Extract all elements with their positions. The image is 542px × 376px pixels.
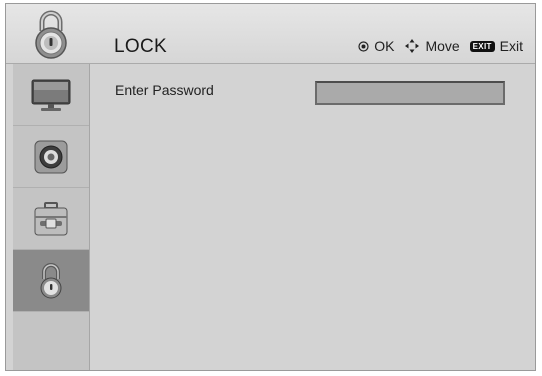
sidebar-item-lock[interactable] [13, 250, 89, 312]
lock-icon [40, 262, 62, 298]
password-label: Enter Password [115, 82, 214, 98]
speaker-icon [34, 140, 68, 173]
page-title: LOCK [114, 36, 167, 57]
sidebar-item-audio[interactable] [13, 126, 89, 188]
move-hint: Move [404, 38, 460, 54]
lock-menu-window: LOCK OK Move EXIT Exit Enter Password [5, 3, 536, 371]
move-hint-label: Move [425, 38, 460, 54]
ok-hint: OK [358, 38, 394, 54]
sidebar-item-picture[interactable] [13, 64, 89, 126]
password-input[interactable] [315, 81, 505, 105]
move-arrows-icon [404, 38, 420, 54]
sidebar-item-option[interactable] [13, 188, 89, 250]
exit-badge: EXIT [469, 40, 495, 52]
lock-icon [28, 7, 74, 61]
ok-hint-label: OK [374, 38, 395, 54]
key-hints: OK Move EXIT Exit [348, 38, 523, 54]
exit-hint-label: Exit [499, 38, 523, 54]
ok-dot-icon [358, 40, 369, 52]
toolbox-icon [34, 201, 68, 235]
category-sidebar [13, 64, 90, 370]
monitor-icon [31, 79, 71, 111]
exit-hint: EXIT Exit [469, 38, 523, 54]
exit-key-icon: EXIT [469, 40, 495, 52]
sidebar-item-empty [13, 312, 89, 374]
lock-settings-panel: Enter Password [90, 64, 535, 370]
menu-header: LOCK OK Move EXIT Exit [6, 4, 535, 64]
